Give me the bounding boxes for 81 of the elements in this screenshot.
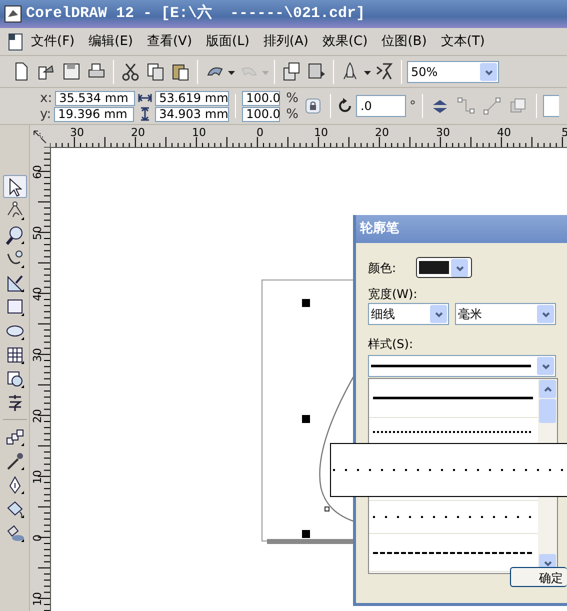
- rotate-icon: [337, 98, 354, 114]
- menu-item[interactable]: 效果(C): [315, 30, 375, 54]
- y-position-field[interactable]: 19.396 mm: [54, 106, 134, 122]
- scale-field[interactable]: 100.0: [242, 90, 280, 106]
- rotation-field[interactable]: .0: [356, 95, 406, 117]
- ruler-number: 0: [256, 126, 264, 139]
- grid-icon: [4, 344, 24, 364]
- color-label: 颜色:: [368, 260, 396, 276]
- import-icon[interactable]: [281, 61, 302, 82]
- shapes-icon: [4, 368, 24, 388]
- color-picker-button[interactable]: [416, 257, 472, 278]
- ok-button[interactable]: 确定: [510, 567, 567, 587]
- selection-handle[interactable]: [302, 415, 310, 423]
- axis-label: y:: [40, 106, 52, 122]
- ruler-number: 50: [31, 226, 44, 240]
- lock-icon[interactable]: [304, 98, 321, 114]
- menu-item[interactable]: 文件(F): [24, 30, 82, 54]
- node-edit-icon: [4, 200, 24, 220]
- zoom-icon: [4, 224, 24, 244]
- ruler-number: 10: [31, 470, 44, 484]
- height-field[interactable]: 34.903 mm: [155, 106, 230, 122]
- selection-handle[interactable]: [302, 299, 310, 307]
- ruler-number: 10: [192, 126, 206, 139]
- ruler-number: 30: [70, 126, 84, 139]
- scale-field[interactable]: 100.0: [242, 106, 280, 122]
- x-position-field[interactable]: 35.534 mm: [55, 90, 136, 106]
- rectangle-icon: [4, 296, 24, 316]
- scissors-icon[interactable]: [120, 61, 141, 82]
- ruler-number: 10: [31, 592, 44, 606]
- ruler-number: 60: [31, 165, 44, 179]
- select-value: 毫米: [458, 306, 482, 323]
- width-arrows-icon: [138, 91, 152, 105]
- ruler-number: 40: [497, 126, 511, 139]
- percent-sign: %: [286, 90, 298, 106]
- outline-width-field[interactable]: [542, 95, 559, 117]
- width-label: 宽度(W):: [368, 286, 418, 303]
- vertical-ruler[interactable]: 60 50 40 30 20 10 0 10: [30, 147, 50, 611]
- zoom-value: 50%: [411, 64, 438, 80]
- ruler-number: 10: [314, 126, 328, 139]
- ruler-number: 30: [436, 126, 450, 139]
- mirror-icon[interactable]: [431, 97, 450, 115]
- stacked-squares-icon: [4, 426, 24, 446]
- ruler-number: 40: [31, 287, 44, 301]
- style-label: 样式(S):: [368, 336, 414, 353]
- save-icon[interactable]: [61, 61, 82, 82]
- window-title: CorelDRAW 12 - [E:\六 ------\021.cdr]: [26, 3, 366, 24]
- triangle-ruler-icon: [4, 272, 24, 292]
- document-icon[interactable]: [8, 32, 24, 50]
- ruler-number: 20: [375, 126, 389, 139]
- line-style-select[interactable]: [368, 355, 556, 377]
- select-value: 细线: [371, 306, 395, 323]
- selection-handle[interactable]: [302, 530, 310, 538]
- node-path-icon[interactable]: [457, 97, 476, 115]
- ruler-number: 20: [131, 126, 145, 139]
- tool-button[interactable]: [2, 175, 26, 198]
- paint-bucket-icon: [4, 498, 24, 518]
- menu-item[interactable]: 查看(V): [140, 30, 200, 54]
- menu-item[interactable]: 编辑(E): [82, 30, 140, 54]
- percent-sign: %: [286, 106, 298, 122]
- menu-item[interactable]: 排列(A): [256, 30, 316, 54]
- dialog-title: 轮廓笔: [356, 215, 567, 243]
- curve-icon: [4, 248, 24, 268]
- scroll-thumb[interactable]: [539, 399, 556, 423]
- width-field[interactable]: 53.619 mm: [155, 90, 230, 106]
- curve-node[interactable]: [324, 506, 330, 512]
- axis-label: x:: [40, 90, 52, 106]
- degree-sign: °: [409, 98, 416, 114]
- ruler-number: 20: [31, 409, 44, 423]
- menu-item[interactable]: 位图(B): [374, 30, 434, 54]
- eyedropper-icon: [4, 450, 24, 470]
- width-select[interactable]: 细线: [368, 303, 449, 325]
- zoom-combo[interactable]: 50%: [407, 60, 499, 82]
- ruler-number: 30: [31, 348, 44, 362]
- menu-item[interactable]: 文本(T): [434, 30, 492, 54]
- copy-icon[interactable]: [145, 61, 166, 82]
- menu-item[interactable]: 版面(L): [199, 30, 256, 54]
- bucket-icon: [4, 522, 24, 542]
- line-segment-icon[interactable]: [483, 97, 502, 115]
- app-icon: [4, 5, 22, 23]
- ruler-number: 0: [31, 534, 44, 542]
- unit-select[interactable]: 毫米: [455, 303, 556, 325]
